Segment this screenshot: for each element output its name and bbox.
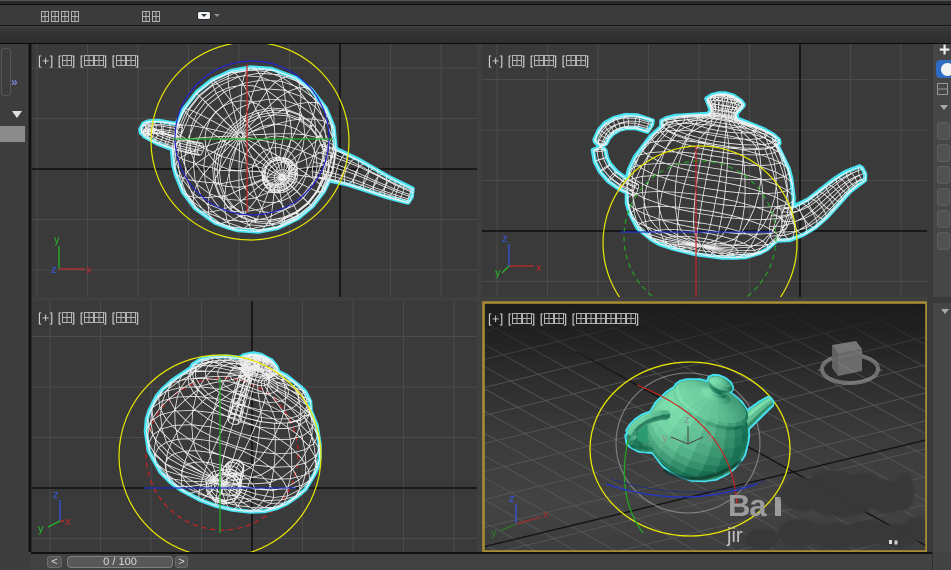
svg-text:y: y bbox=[491, 527, 497, 539]
svg-text:z: z bbox=[684, 414, 690, 426]
svg-text:x: x bbox=[86, 264, 92, 276]
svg-text:jir: jir bbox=[726, 525, 743, 547]
svg-text:x: x bbox=[707, 432, 713, 444]
svg-text:z: z bbox=[53, 489, 59, 501]
svg-text:z: z bbox=[502, 233, 508, 245]
svg-text:z: z bbox=[51, 264, 57, 276]
svg-text:y: y bbox=[54, 234, 60, 246]
svg-text:y: y bbox=[38, 523, 44, 535]
svg-text:x: x bbox=[536, 262, 542, 274]
svg-text:y: y bbox=[662, 432, 668, 444]
svg-text:z: z bbox=[509, 493, 515, 505]
svg-text:y: y bbox=[495, 267, 501, 279]
svg-text:x: x bbox=[65, 516, 71, 528]
svg-text:Ba: Ba bbox=[728, 488, 767, 523]
svg-text:x: x bbox=[543, 509, 549, 521]
